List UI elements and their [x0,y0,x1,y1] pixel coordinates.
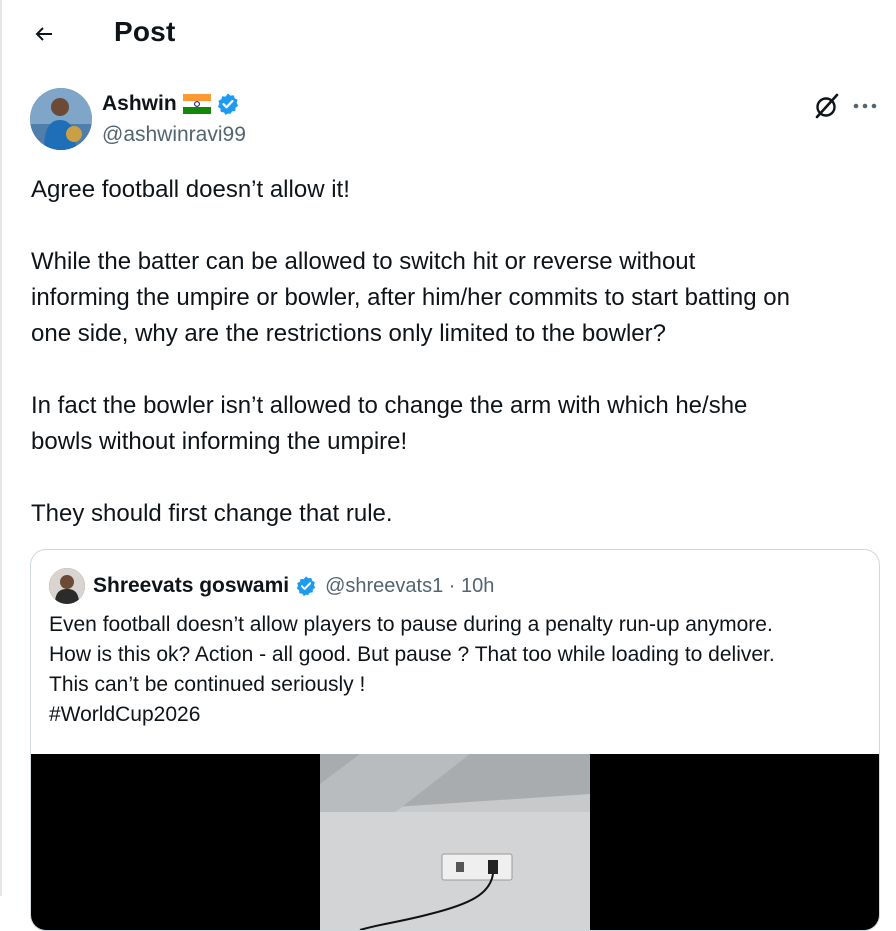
page-title: Post [114,16,176,47]
video-thumbnail [320,754,590,930]
back-button[interactable] [24,14,64,54]
quoted-video[interactable] [31,754,879,930]
verified-badge-icon [295,575,317,597]
post-paragraph: Agree football doesn’t allow it! [31,176,350,203]
column-divider [0,0,2,896]
post-header: Post [0,0,896,66]
quoted-line: Even football doesn’t allow players to p… [49,613,773,636]
post-author: Ashwin @ashwinravi99 [30,88,877,152]
post-line: one side, why are the restrictions only … [31,320,666,347]
more-dots-icon [853,103,877,109]
quoted-post[interactable]: Shreevats goswami @shreevats1 · 10h Even… [30,549,880,931]
arrow-left-icon [35,27,52,41]
avatar[interactable] [30,88,92,150]
verified-badge-icon [216,92,240,116]
more-options-button[interactable] [850,91,880,121]
grok-icon [815,93,839,119]
author-handle[interactable]: @ashwinravi99 [102,123,246,147]
grok-button[interactable] [812,91,842,121]
hashtag-link[interactable]: #WorldCup2026 [49,700,775,730]
quoted-handle-time[interactable]: @shreevats1 · 10h [325,575,494,598]
india-flag-icon [182,94,211,114]
post-line: informing the umpire or bowler, after hi… [31,284,790,311]
quoted-line: This can’t be continued seriously ! [49,673,366,696]
quoted-line: How is this ok? Action - all good. But p… [49,643,775,666]
post-line: While the batter can be allowed to switc… [31,248,696,275]
quoted-author-name[interactable]: Shreevats goswami [93,574,289,598]
post-line: bowls without informing the umpire! [31,428,408,455]
post-paragraph: They should first change that rule. [31,500,393,527]
quoted-text: Even football doesn’t allow players to p… [49,610,775,730]
quoted-avatar[interactable] [49,568,85,604]
post-text: Agree football doesn’t allow it! While t… [31,172,891,532]
author-name[interactable]: Ashwin [102,92,177,116]
post-line: In fact the bowler isn’t allowed to chan… [31,392,748,419]
